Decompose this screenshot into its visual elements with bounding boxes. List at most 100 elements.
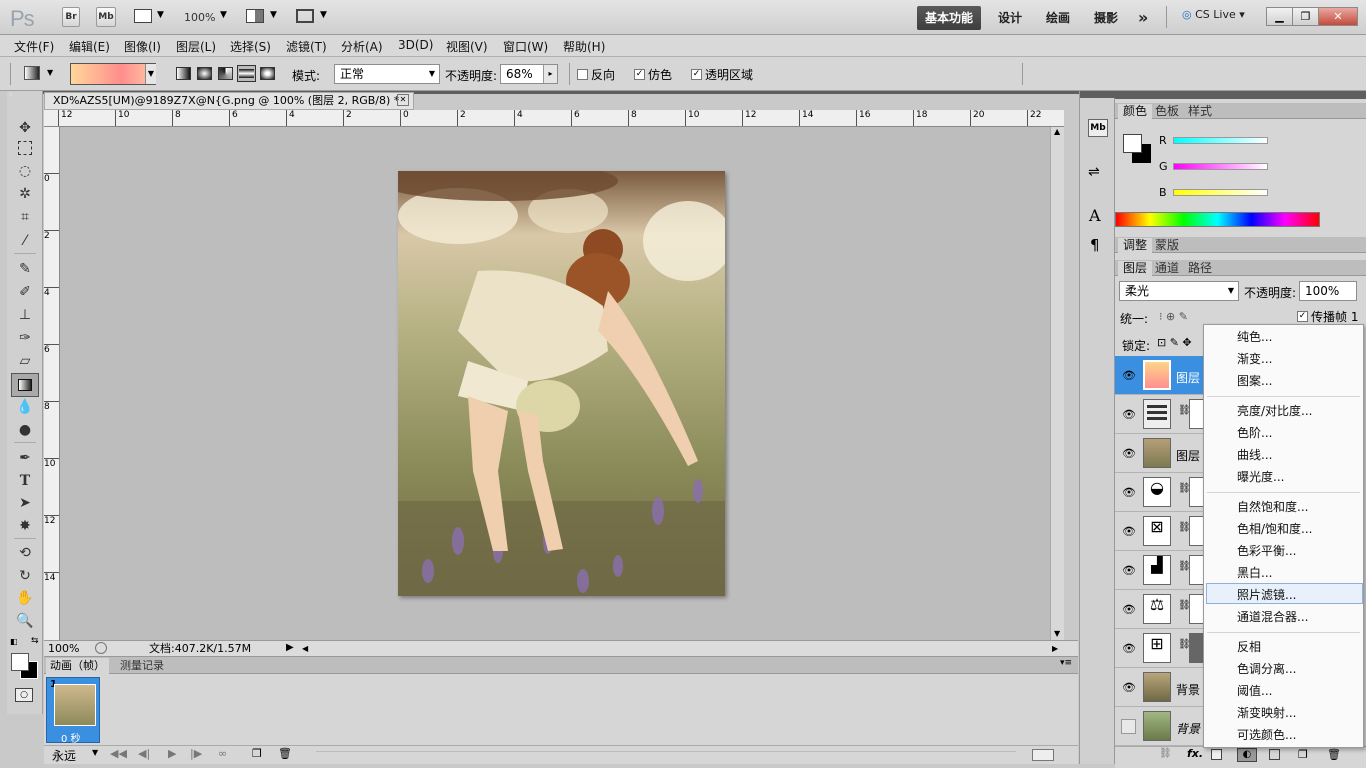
status-zoom[interactable]: 100% xyxy=(48,642,79,656)
gradient-tool-preset-icon[interactable] xyxy=(24,66,40,80)
menu-item-gradient-map[interactable]: 渐变映射... xyxy=(1237,704,1296,721)
visibility-eye-icon[interactable]: 👁 xyxy=(1122,525,1136,539)
gradient-tool-icon[interactable] xyxy=(11,373,39,397)
color-spectrum-bar[interactable] xyxy=(1115,212,1320,227)
gradient-picker[interactable] xyxy=(70,63,156,85)
chevron-down-icon[interactable]: ▼ xyxy=(145,64,156,84)
menu-image[interactable]: 图像(I) xyxy=(124,38,161,55)
menu-select[interactable]: 选择(S) xyxy=(230,38,271,55)
tab-color[interactable]: 颜色 xyxy=(1118,104,1153,119)
pen-tool-icon[interactable]: ✒ xyxy=(15,448,35,468)
menu-item-pattern[interactable]: 图案... xyxy=(1237,372,1272,389)
shape-tool-icon[interactable]: ✸ xyxy=(15,516,35,536)
menu-item-invert[interactable]: 反相 xyxy=(1237,638,1261,655)
menu-item-curves[interactable]: 曲线... xyxy=(1237,446,1272,463)
visibility-eye-icon[interactable]: 👁 xyxy=(1122,447,1136,461)
hand-tool-icon[interactable]: ✋ xyxy=(15,588,35,608)
arrange-documents-icon[interactable] xyxy=(246,9,264,23)
delete-frame-icon[interactable]: 🗑 xyxy=(278,747,292,760)
menu-file[interactable]: 文件(F) xyxy=(14,38,54,55)
bridge-button[interactable]: Br xyxy=(62,7,80,27)
restore-button[interactable]: ❐ xyxy=(1292,7,1319,26)
visibility-toggle[interactable] xyxy=(1121,719,1136,734)
extras-icon[interactable] xyxy=(134,9,152,23)
3d-rotate-tool-icon[interactable]: ⟲ xyxy=(15,543,35,563)
clone-stamp-tool-icon[interactable]: ⊥ xyxy=(15,305,35,325)
history-icon[interactable]: ⇌ xyxy=(1088,164,1100,180)
quick-mask-icon[interactable]: ○ xyxy=(15,688,33,702)
visibility-eye-icon[interactable]: 👁 xyxy=(1122,681,1136,695)
close-button[interactable]: ✕ xyxy=(1318,7,1358,26)
chevron-right-icon[interactable]: ▶ xyxy=(286,641,294,655)
green-slider[interactable] xyxy=(1173,163,1268,170)
layer-name[interactable]: 背景 xyxy=(1176,720,1200,737)
menu-item-channel-mixer[interactable]: 通道混合器... xyxy=(1237,608,1308,625)
scroll-right-icon[interactable]: ▶ xyxy=(1052,642,1058,656)
more-workspaces-icon[interactable]: » xyxy=(1130,6,1156,30)
path-selection-tool-icon[interactable]: ➤ xyxy=(15,493,35,513)
menu-item-photo-filter[interactable]: 照片滤镜... xyxy=(1237,586,1296,603)
chevron-down-icon[interactable]: ▼ xyxy=(47,68,53,77)
tween-icon[interactable]: ∞ xyxy=(218,747,227,760)
3d-orbit-tool-icon[interactable]: ↻ xyxy=(15,566,35,586)
tab-masks[interactable]: 蒙版 xyxy=(1150,238,1184,253)
red-slider[interactable] xyxy=(1173,137,1268,144)
panel-menu-icon[interactable]: ▾≡ xyxy=(1060,658,1072,668)
diamond-gradient-icon[interactable] xyxy=(260,67,275,80)
frame-delay[interactable]: 0 秒 xyxy=(61,730,81,745)
animation-frame[interactable]: 1 0 秒 xyxy=(46,677,100,745)
menu-item-selective-color[interactable]: 可选颜色... xyxy=(1237,726,1296,743)
reverse-checkbox[interactable] xyxy=(577,69,588,80)
menu-item-solid-color[interactable]: 纯色... xyxy=(1237,328,1272,345)
transparency-checkbox[interactable]: ✓ xyxy=(691,69,702,80)
mini-bridge-icon[interactable]: Mb xyxy=(1088,119,1108,137)
tab-animation[interactable]: 动画（帧） xyxy=(46,658,109,674)
collapse-icon[interactable]: » xyxy=(8,90,14,100)
tab-paths[interactable]: 路径 xyxy=(1183,261,1217,276)
visibility-eye-icon[interactable]: 👁 xyxy=(1122,408,1136,422)
tab-channels[interactable]: 通道 xyxy=(1150,261,1184,276)
foreground-color-swatch[interactable] xyxy=(11,653,29,671)
healing-brush-tool-icon[interactable]: ✎ xyxy=(15,259,35,279)
screen-mode-icon[interactable] xyxy=(296,9,314,23)
mode-select[interactable]: 正常 ▼ xyxy=(334,64,440,84)
unify-icons[interactable]: ⁝ ⊕ ✎ xyxy=(1159,310,1188,323)
layer-name[interactable]: 图层 xyxy=(1176,447,1200,464)
delete-layer-icon[interactable]: 🗑 xyxy=(1327,748,1341,761)
tab-layers[interactable]: 图层 xyxy=(1118,261,1153,276)
next-frame-icon[interactable]: |▶ xyxy=(190,747,202,760)
add-mask-icon[interactable] xyxy=(1211,749,1222,760)
menu-analysis[interactable]: 分析(A) xyxy=(341,38,383,55)
menu-item-brightness-contrast[interactable]: 亮度/对比度... xyxy=(1237,402,1313,419)
eraser-tool-icon[interactable]: ▱ xyxy=(15,351,35,371)
layer-name[interactable]: 图层 xyxy=(1176,369,1200,386)
menu-filter[interactable]: 滤镜(T) xyxy=(286,38,327,55)
brush-tool-icon[interactable]: ✐ xyxy=(15,282,35,302)
propagate-checkbox[interactable]: ✓ xyxy=(1297,311,1308,322)
menu-edit[interactable]: 编辑(E) xyxy=(69,38,110,55)
fx-icon[interactable]: fx. xyxy=(1187,747,1203,760)
workspace-design[interactable]: 设计 xyxy=(990,6,1030,30)
history-brush-tool-icon[interactable]: ✑ xyxy=(15,328,35,348)
menu-item-threshold[interactable]: 阈值... xyxy=(1237,682,1272,699)
menu-item-exposure[interactable]: 曝光度... xyxy=(1237,468,1284,485)
menu-item-vibrance[interactable]: 自然饱和度... xyxy=(1237,498,1308,515)
first-frame-icon[interactable]: ◀◀ xyxy=(110,747,127,760)
zoom-tool-icon[interactable]: 🔍 xyxy=(15,611,35,631)
blend-mode-select[interactable]: 柔光 ▼ xyxy=(1119,281,1239,301)
chevron-down-icon[interactable]: ▼ xyxy=(220,10,227,20)
convert-timeline-icon[interactable] xyxy=(1032,749,1054,761)
menu-view[interactable]: 视图(V) xyxy=(446,38,488,55)
previous-frame-icon[interactable]: ◀| xyxy=(138,747,150,760)
minimize-button[interactable]: ▁ xyxy=(1266,7,1293,26)
menu-3d[interactable]: 3D(D) xyxy=(398,38,433,52)
menu-item-hue-saturation[interactable]: 色相/饱和度... xyxy=(1237,520,1313,537)
layer-name[interactable]: 背景 xyxy=(1176,681,1200,698)
linear-gradient-icon[interactable] xyxy=(176,67,191,80)
marquee-tool-icon[interactable] xyxy=(18,141,32,155)
visibility-eye-icon[interactable]: 👁 xyxy=(1122,603,1136,617)
chevron-down-icon[interactable]: ▼ xyxy=(270,10,277,20)
workspace-essentials[interactable]: 基本功能 xyxy=(917,6,982,30)
new-layer-icon[interactable]: ❐ xyxy=(1298,748,1308,761)
lock-icons[interactable]: ⊡ ✎ ✥ xyxy=(1157,336,1192,349)
